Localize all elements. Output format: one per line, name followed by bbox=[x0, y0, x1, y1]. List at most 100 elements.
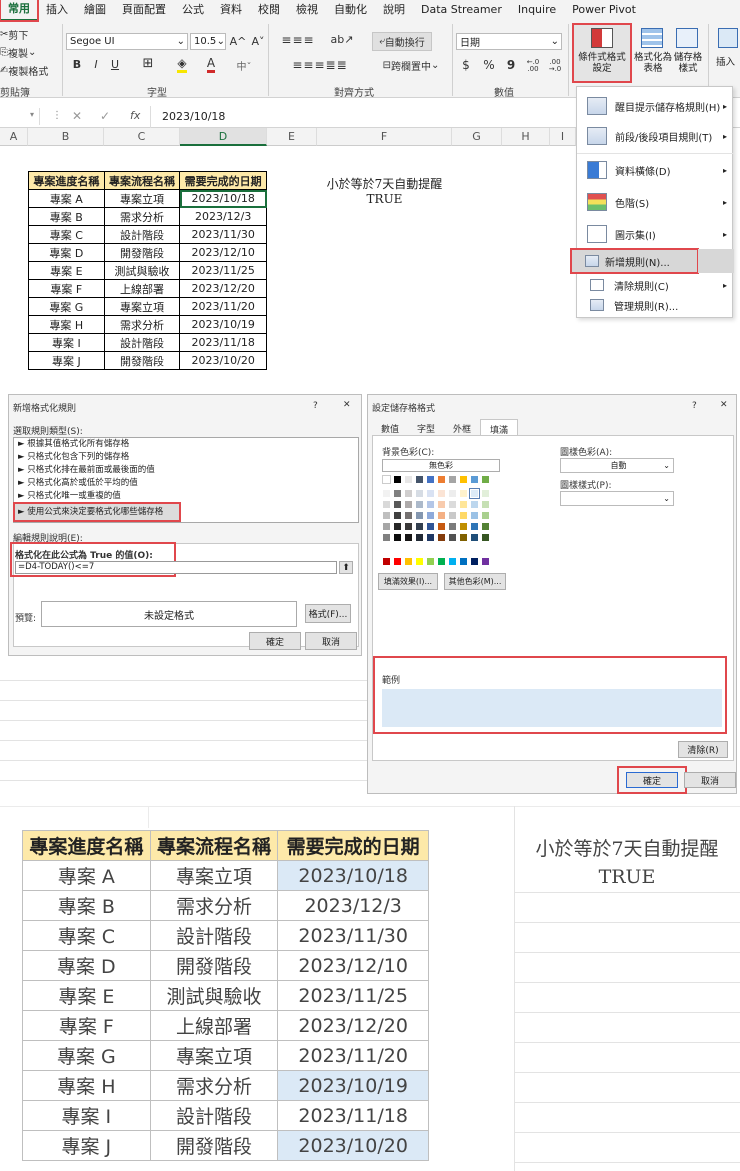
cell[interactable]: 2023/11/20 bbox=[277, 1040, 429, 1071]
cell[interactable]: 專案 J bbox=[28, 351, 105, 370]
cell[interactable]: 專案 F bbox=[28, 279, 105, 298]
color-swatch[interactable] bbox=[470, 557, 479, 566]
cell[interactable]: 2023/12/10 bbox=[179, 243, 267, 262]
color-swatch[interactable] bbox=[415, 500, 424, 509]
color-swatch[interactable] bbox=[426, 489, 435, 498]
cell[interactable]: 開發階段 bbox=[103, 351, 181, 370]
cell[interactable]: 測試與驗收 bbox=[149, 980, 279, 1011]
color-swatch[interactable] bbox=[469, 488, 480, 499]
cell[interactable]: 2023/12/3 bbox=[179, 207, 267, 226]
color-swatch[interactable] bbox=[437, 475, 446, 484]
color-swatch[interactable] bbox=[415, 533, 424, 542]
cell[interactable]: 專案 I bbox=[22, 1100, 151, 1131]
color-swatch[interactable] bbox=[481, 557, 490, 566]
cell[interactable]: 上線部署 bbox=[103, 279, 181, 298]
color-swatch[interactable] bbox=[437, 500, 446, 509]
cell[interactable]: 設計階段 bbox=[103, 225, 181, 244]
collapse-dialog-button[interactable]: ⬆ bbox=[339, 561, 353, 574]
color-swatch[interactable] bbox=[415, 522, 424, 531]
color-swatch[interactable] bbox=[426, 511, 435, 520]
menu-item-manage-rules[interactable]: 管理規則(R)... bbox=[577, 295, 734, 315]
column-header-b[interactable]: B bbox=[28, 128, 104, 146]
cell[interactable]: 上線部署 bbox=[149, 1010, 279, 1041]
list-item-formula-rule[interactable]: ► 使用公式來決定要格式化哪些儲存格 bbox=[13, 502, 181, 522]
font-size-select[interactable]: 10.5 ⌄ bbox=[190, 33, 226, 50]
tab-page-layout[interactable]: 頁面配置 bbox=[114, 0, 174, 20]
cell[interactable]: 專案 A bbox=[22, 860, 151, 891]
tab-inquire[interactable]: Inquire bbox=[510, 0, 564, 20]
cell[interactable]: 2023/11/30 bbox=[277, 920, 429, 951]
reminder-value[interactable]: TRUE bbox=[317, 192, 452, 206]
color-swatch[interactable] bbox=[459, 511, 468, 520]
cell[interactable]: 專案 H bbox=[22, 1070, 151, 1101]
cell[interactable]: 2023/10/20 bbox=[179, 351, 267, 370]
cell[interactable]: 專案 E bbox=[22, 980, 151, 1011]
number-format-select[interactable]: 日期 ⌄ bbox=[456, 33, 562, 50]
fill-color-button[interactable]: ◈ bbox=[170, 56, 194, 73]
column-header-g[interactable]: G bbox=[452, 128, 502, 146]
cell[interactable]: 專案 E bbox=[28, 261, 105, 280]
tab-data-streamer[interactable]: Data Streamer bbox=[413, 0, 510, 20]
column-header-d[interactable]: D bbox=[180, 128, 267, 146]
comma-button[interactable]: 9 bbox=[504, 58, 518, 72]
color-swatch[interactable] bbox=[437, 533, 446, 542]
color-swatch[interactable] bbox=[415, 489, 424, 498]
cell[interactable]: 需求分析 bbox=[149, 1070, 279, 1101]
header-process-name[interactable]: 專案流程名稱 bbox=[149, 830, 279, 861]
tab-review[interactable]: 校閱 bbox=[250, 0, 288, 20]
tab-automate[interactable]: 自動化 bbox=[326, 0, 375, 20]
cell[interactable]: 專案 G bbox=[22, 1040, 151, 1071]
cell[interactable]: 2023/12/10 bbox=[277, 950, 429, 981]
color-swatch[interactable] bbox=[437, 489, 446, 498]
color-swatch[interactable] bbox=[481, 489, 490, 498]
cell[interactable]: 設計階段 bbox=[103, 333, 181, 352]
color-swatch[interactable] bbox=[437, 557, 446, 566]
cell[interactable]: 專案 H bbox=[28, 315, 105, 334]
color-swatch[interactable] bbox=[393, 489, 402, 498]
wrap-text-button[interactable]: ⤶ 自動換行 bbox=[372, 32, 432, 51]
cell[interactable]: 專案 F bbox=[22, 1010, 151, 1041]
color-swatch[interactable] bbox=[448, 522, 457, 531]
close-button[interactable]: ✕ bbox=[343, 400, 351, 410]
list-item[interactable]: ► 只格式化包含下列的儲存格 bbox=[14, 451, 358, 464]
color-swatch[interactable] bbox=[404, 511, 413, 520]
cell[interactable]: 專案 G bbox=[28, 297, 105, 316]
color-swatch[interactable] bbox=[393, 475, 402, 484]
color-swatch[interactable] bbox=[393, 522, 402, 531]
active-cell[interactable]: 2023/10/18 bbox=[179, 189, 267, 208]
cell[interactable]: 2023/11/25 bbox=[179, 261, 267, 280]
highlighted-cell[interactable]: 2023/10/19 bbox=[277, 1070, 429, 1101]
column-header-h[interactable]: H bbox=[502, 128, 550, 146]
cancel-button[interactable]: 取消 bbox=[684, 772, 736, 788]
tab-view[interactable]: 檢視 bbox=[288, 0, 326, 20]
tab-draw[interactable]: 繪圖 bbox=[76, 0, 114, 20]
pattern-color-select[interactable]: 自動 ⌄ bbox=[560, 458, 674, 473]
column-header-a[interactable]: A bbox=[0, 128, 28, 146]
color-swatch[interactable] bbox=[382, 475, 391, 484]
color-palette[interactable] bbox=[382, 475, 502, 575]
formula-input[interactable]: 2023/10/18 bbox=[162, 110, 225, 123]
color-swatch[interactable] bbox=[382, 500, 391, 509]
tab-data[interactable]: 資料 bbox=[212, 0, 250, 20]
color-swatch[interactable] bbox=[459, 475, 468, 484]
cell[interactable]: 2023/11/20 bbox=[179, 297, 267, 316]
phonetic-button[interactable]: 中ˇ bbox=[233, 58, 255, 73]
color-swatch[interactable] bbox=[470, 522, 479, 531]
drag-handle-icon[interactable]: ⋮ bbox=[52, 110, 62, 121]
color-swatch[interactable] bbox=[382, 557, 391, 566]
list-item[interactable]: ► 根據其值格式化所有儲存格 bbox=[14, 438, 358, 451]
color-swatch[interactable] bbox=[404, 500, 413, 509]
menu-item-top-bottom-rules[interactable]: 前段/後段項目規則(T) ▸ bbox=[577, 121, 734, 151]
color-swatch[interactable] bbox=[470, 500, 479, 509]
color-swatch[interactable] bbox=[448, 533, 457, 542]
color-swatch[interactable] bbox=[393, 511, 402, 520]
cell[interactable]: 專案立項 bbox=[103, 189, 181, 208]
cell[interactable]: 開發階段 bbox=[103, 243, 181, 262]
formula-input[interactable]: =D4-TODAY()<=7 bbox=[15, 561, 337, 574]
color-swatch[interactable] bbox=[415, 557, 424, 566]
color-swatch[interactable] bbox=[459, 500, 468, 509]
cell[interactable]: 專案 D bbox=[22, 950, 151, 981]
color-swatch[interactable] bbox=[470, 533, 479, 542]
italic-button[interactable]: I bbox=[89, 58, 103, 71]
color-swatch[interactable] bbox=[448, 500, 457, 509]
